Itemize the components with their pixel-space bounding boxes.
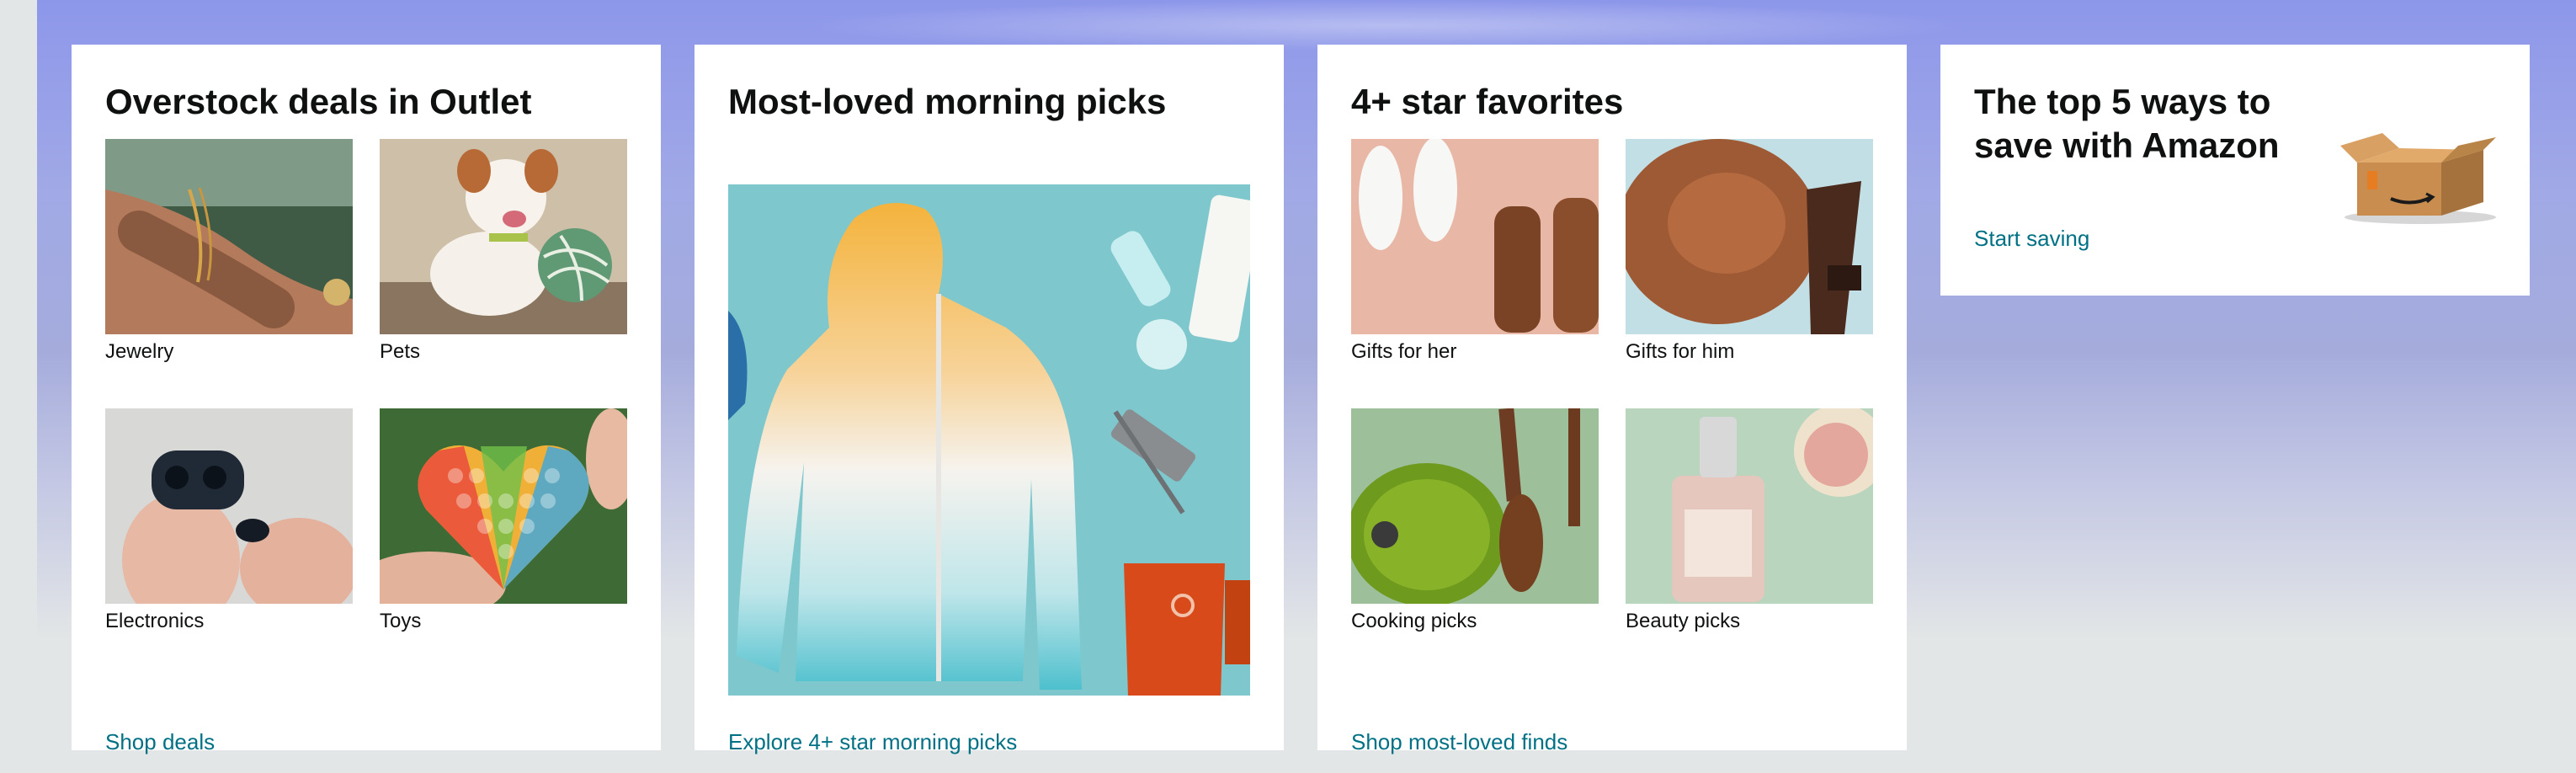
- hero-glow: [795, 0, 1973, 51]
- tile-label: Gifts for her: [1351, 340, 1457, 363]
- tile-jewelry[interactable]: Jewelry: [105, 139, 353, 365]
- card-morning-picks: Most-loved morning picks Explore 4+ star…: [695, 45, 1284, 754]
- tile-pets[interactable]: Pets: [380, 139, 627, 365]
- tile-electronics[interactable]: Electronics: [105, 408, 353, 634]
- pets-image[interactable]: [380, 139, 627, 334]
- tile-label: Gifts for him: [1626, 340, 1735, 363]
- electronics-image[interactable]: [105, 408, 353, 604]
- gifts-for-him-image[interactable]: [1626, 139, 1873, 334]
- cooking-picks-image[interactable]: [1351, 408, 1599, 604]
- tile-gifts-for-her[interactable]: Gifts for her: [1351, 139, 1599, 365]
- tile-beauty-picks[interactable]: Beauty picks: [1626, 408, 1873, 634]
- beauty-picks-image[interactable]: [1626, 408, 1873, 604]
- tile-label: Beauty picks: [1626, 610, 1741, 632]
- card-title: The top 5 ways to save with Amazon: [1974, 82, 2280, 165]
- card-title: 4+ star favorites: [1351, 82, 1624, 121]
- gifts-for-her-image[interactable]: [1351, 139, 1599, 334]
- tile-label: Cooking picks: [1351, 610, 1477, 632]
- tile-cooking-picks[interactable]: Cooking picks: [1351, 408, 1599, 634]
- tile-toys[interactable]: Toys: [380, 408, 627, 634]
- tile-gifts-for-him[interactable]: Gifts for him: [1626, 139, 1873, 365]
- shop-deals-link[interactable]: Shop deals: [105, 728, 215, 755]
- card-title: Overstock deals in Outlet: [105, 82, 532, 121]
- shop-most-loved-link[interactable]: Shop most-loved finds: [1351, 728, 1567, 755]
- morning-picks-image[interactable]: [728, 184, 1250, 696]
- tile-label: Electronics: [105, 610, 205, 632]
- tile-label: Jewelry: [105, 340, 174, 363]
- amazon-box-icon[interactable]: [2332, 125, 2500, 226]
- start-saving-link[interactable]: Start saving: [1974, 225, 2089, 252]
- tile-label: Pets: [380, 340, 421, 363]
- card-top-5-ways-to-save: The top 5 ways to save with Amazon Start…: [1940, 45, 2530, 296]
- explore-morning-picks-link[interactable]: Explore 4+ star morning picks: [728, 728, 1017, 755]
- card-star-favorites: 4+ star favorites Gifts for her Gifts fo…: [1317, 45, 1907, 754]
- tile-label: Toys: [380, 610, 422, 632]
- jewelry-image[interactable]: [105, 139, 353, 334]
- card-title: Most-loved morning picks: [728, 82, 1167, 121]
- card-overstock-deals: Overstock deals in Outlet Jewelry Pets E…: [72, 45, 661, 754]
- toys-image[interactable]: [380, 408, 627, 604]
